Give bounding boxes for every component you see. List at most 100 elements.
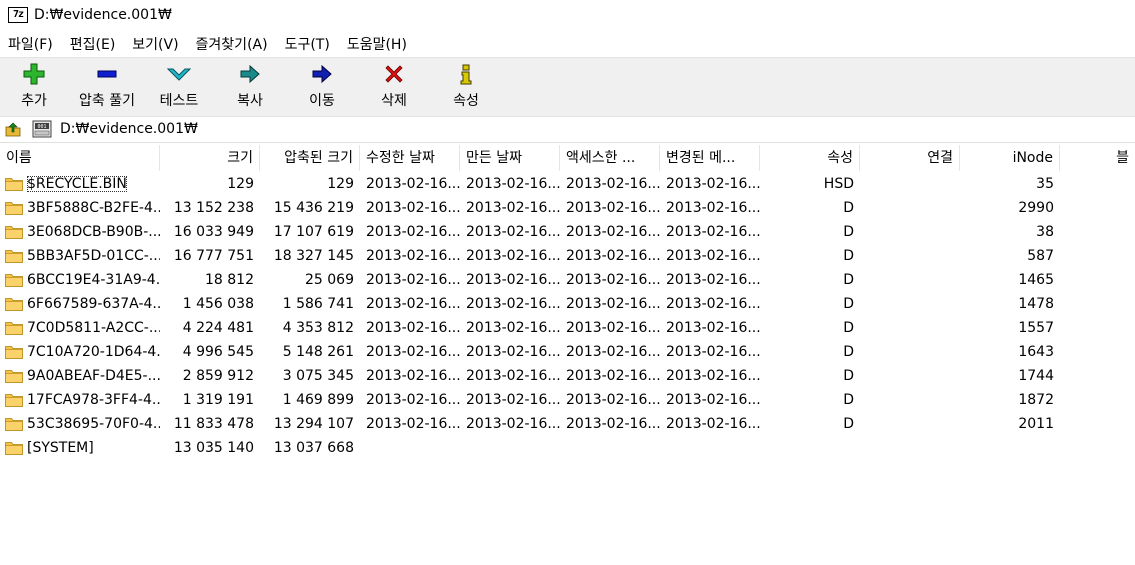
copy-label: 복사 <box>237 93 263 109</box>
cell-changed: 2013-02-16... <box>666 176 760 192</box>
cell-modified: 2013-02-16... <box>366 320 460 336</box>
cell-links <box>860 412 960 436</box>
menu-tools[interactable]: 도구(T) <box>277 34 339 54</box>
table-row[interactable]: 7C0D5811-A2CC-... 4 224 481 4 353 812 2013-… <box>0 316 1135 340</box>
cell-accessed: 2013-02-16... <box>566 296 660 312</box>
table-row[interactable]: [SYSTEM] 13 035 140 13 037 668 <box>0 436 1135 460</box>
cell-attr: D <box>843 224 854 240</box>
disk-image-icon: 001 <box>32 120 52 138</box>
table-row[interactable]: 5BB3AF5D-01CC-... 16 777 751 18 327 145 201… <box>0 244 1135 268</box>
cell-size: 16 777 751 <box>173 248 254 264</box>
cell-size: 129 <box>227 176 254 192</box>
menu-favorites[interactable]: 즐겨찾기(A) <box>188 34 277 54</box>
column-changed[interactable]: 변경된 메... <box>660 145 760 171</box>
menu-file[interactable]: 파일(F) <box>0 34 62 54</box>
table-row[interactable]: 17FCA978-3FF4-4... 1 319 191 1 469 899 2013… <box>0 388 1135 412</box>
cell-accessed: 2013-02-16... <box>566 392 660 408</box>
cell-links <box>860 244 960 268</box>
delete-button[interactable]: 삭제 <box>376 58 412 116</box>
up-folder-button[interactable] <box>4 120 22 138</box>
column-name[interactable]: 이름 <box>0 145 160 171</box>
cell-links <box>860 172 960 196</box>
cell-name: 7C10A720-1D64-4... <box>27 344 160 360</box>
cell-links <box>860 364 960 388</box>
cell-size: 2 859 912 <box>182 368 254 384</box>
info-icon <box>459 58 473 90</box>
table-row[interactable]: $RECYCLE.BIN 129 129 2013-02-16... 2013-02-1… <box>0 172 1135 196</box>
cell-changed: 2013-02-16... <box>666 296 760 312</box>
table-row[interactable]: 9A0ABEAF-D4E5-... 2 859 912 3 075 345 2013-… <box>0 364 1135 388</box>
cell-packed: 13 294 107 <box>273 416 354 432</box>
extract-button[interactable]: 압축 풀기 <box>72 58 142 116</box>
cell-links <box>860 220 960 244</box>
menu-view[interactable]: 보기(V) <box>124 34 187 54</box>
cell-accessed: 2013-02-16... <box>566 224 660 240</box>
table-row[interactable]: 3E068DCB-B90B-... 16 033 949 17 107 619 201… <box>0 220 1135 244</box>
cell-packed: 3 075 345 <box>282 368 354 384</box>
cell-changed: 2013-02-16... <box>666 392 760 408</box>
table-row[interactable]: 6F667589-637A-4... 1 456 038 1 586 741 2013… <box>0 292 1135 316</box>
table-row[interactable]: 3BF5888C-B2FE-4... 13 152 238 15 436 219 20… <box>0 196 1135 220</box>
column-links[interactable]: 연결 <box>860 145 960 171</box>
cell-size: 13 152 238 <box>173 200 254 216</box>
cell-name: 17FCA978-3FF4-4... <box>27 392 160 408</box>
cell-links <box>860 316 960 340</box>
cell-inode: 1643 <box>1018 344 1054 360</box>
address-path: D:₩evidence.001₩ <box>60 121 198 137</box>
cell-inode: 1872 <box>1018 392 1054 408</box>
column-more[interactable]: 블 <box>1060 145 1135 171</box>
menu-bar: 파일(F) 편집(E) 보기(V) 즐겨찾기(A) 도구(T) 도움말(H) <box>0 32 416 56</box>
column-inode[interactable]: iNode <box>960 145 1060 171</box>
cell-created <box>460 436 560 460</box>
move-button[interactable]: 이동 <box>304 58 340 116</box>
menu-edit[interactable]: 편집(E) <box>62 34 125 54</box>
cell-links <box>860 292 960 316</box>
cell-accessed: 2013-02-16... <box>566 272 660 288</box>
cell-name: 7C0D5811-A2CC-... <box>27 320 160 336</box>
column-accessed[interactable]: 액세스한 ... <box>560 145 660 171</box>
cell-created: 2013-02-16... <box>466 176 560 192</box>
address-combo[interactable]: 001 D:₩evidence.001₩ <box>32 116 198 142</box>
cell-created: 2013-02-16... <box>466 416 560 432</box>
cell-packed: 4 353 812 <box>282 320 354 336</box>
move-label: 이동 <box>309 93 335 109</box>
cell-size: 11 833 478 <box>173 416 254 432</box>
menu-help[interactable]: 도움말(H) <box>339 34 416 54</box>
cell-accessed: 2013-02-16... <box>566 320 660 336</box>
table-row[interactable]: 6BCC19E4-31A9-4... 18 812 25 069 2013-02-16… <box>0 268 1135 292</box>
cell-name: 3E068DCB-B90B-... <box>27 224 160 240</box>
cell-created: 2013-02-16... <box>466 200 560 216</box>
column-size[interactable]: 크기 <box>160 145 260 171</box>
add-button[interactable]: 추가 <box>14 58 54 116</box>
cell-changed <box>660 436 760 460</box>
cell-inode: 2990 <box>1018 200 1054 216</box>
extract-label: 압축 풀기 <box>79 93 135 109</box>
address-bar: 001 D:₩evidence.001₩ <box>0 116 1135 143</box>
title-bar: 7z D:₩evidence.001₩ <box>0 0 1135 30</box>
plus-icon <box>23 58 45 90</box>
copy-button[interactable]: 복사 <box>232 58 268 116</box>
column-attributes[interactable]: 속성 <box>760 145 860 171</box>
column-modified[interactable]: 수정한 날짜 <box>360 145 460 171</box>
cell-inode: 35 <box>1036 176 1054 192</box>
cell-accessed <box>560 436 660 460</box>
cell-size: 13 035 140 <box>173 440 254 456</box>
table-row[interactable]: 53C38695-70F0-4... 11 833 478 13 294 107 20… <box>0 412 1135 436</box>
column-packed-size[interactable]: 압축된 크기 <box>260 145 360 171</box>
cell-inode: 38 <box>1036 224 1054 240</box>
cell-name: 6F667589-637A-4... <box>27 296 160 312</box>
cell-name: $RECYCLE.BIN <box>0 172 160 196</box>
cell-changed: 2013-02-16... <box>666 320 760 336</box>
test-button[interactable]: 테스트 <box>156 58 202 116</box>
cell-attr: D <box>843 344 854 360</box>
cell-accessed: 2013-02-16... <box>566 368 660 384</box>
cell-size: 4 996 545 <box>182 344 254 360</box>
cell-modified: 2013-02-16... <box>366 296 460 312</box>
7zip-logo-icon: 7z <box>8 7 28 23</box>
cell-modified: 2013-02-16... <box>366 224 460 240</box>
cell-created: 2013-02-16... <box>466 224 560 240</box>
info-button[interactable]: 속성 <box>448 58 484 116</box>
column-created[interactable]: 만든 날짜 <box>460 145 560 171</box>
table-row[interactable]: 7C10A720-1D64-4... 4 996 545 5 148 261 2013… <box>0 340 1135 364</box>
cell-inode: 587 <box>1027 248 1054 264</box>
